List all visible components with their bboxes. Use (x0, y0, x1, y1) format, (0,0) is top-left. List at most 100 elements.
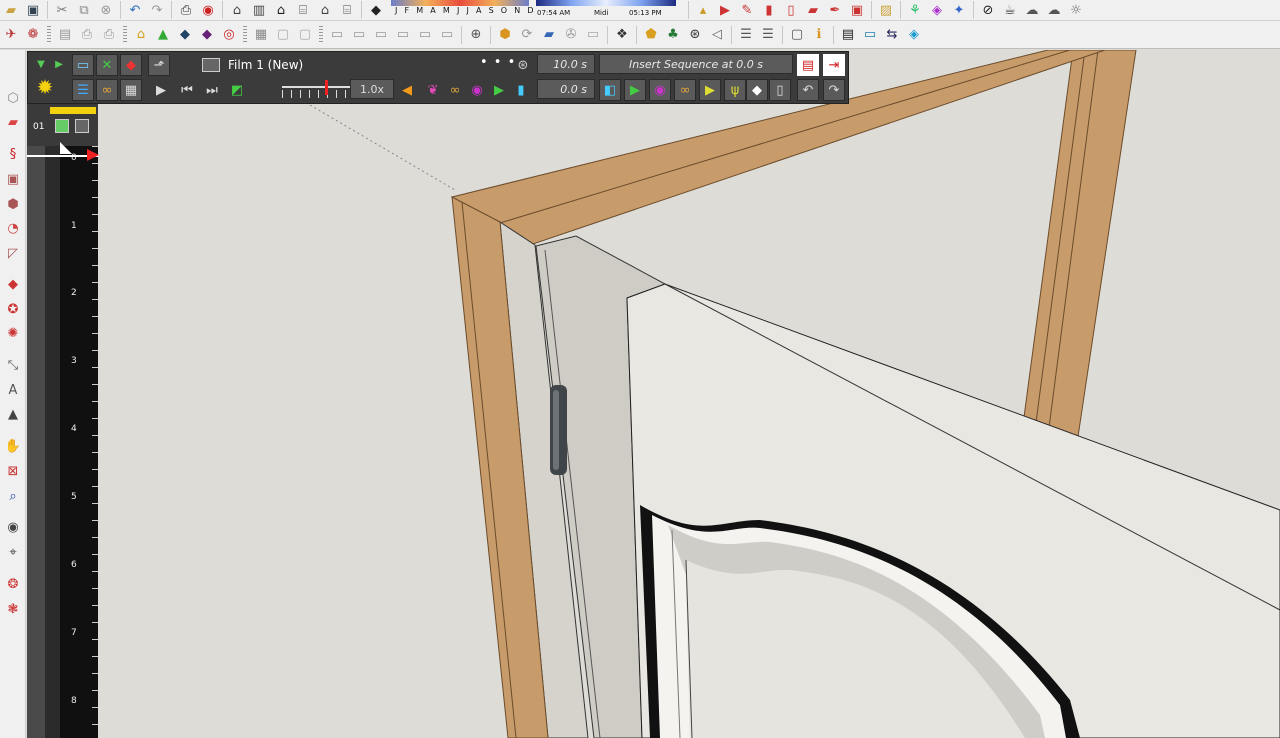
playhead-thumb[interactable] (325, 80, 329, 95)
photo-icon[interactable]: ▭ (582, 25, 604, 45)
track-minimize-icon[interactable] (75, 119, 89, 133)
warehouse-icon[interactable]: ▤ (54, 25, 76, 45)
reel-icon[interactable]: ⊛ (512, 54, 534, 76)
view-4-icon[interactable]: ▭ (392, 25, 414, 45)
hand-icon[interactable]: ✋ (2, 436, 24, 456)
erase-icon[interactable]: ⊗ (95, 0, 117, 20)
insert-sequence-field[interactable]: Insert Sequence at 0.0 s (599, 54, 793, 74)
sequence-move-icon[interactable]: ◧ (599, 79, 621, 101)
rectangle-icon[interactable]: ▣ (2, 169, 24, 189)
tree-icon[interactable]: ♣ (662, 25, 684, 45)
view-1-icon[interactable]: ▭ (326, 25, 348, 45)
share-icon[interactable]: ⎙ (76, 25, 98, 45)
sequence-path-icon[interactable]: ∞ (674, 79, 696, 101)
model-viewport[interactable] (26, 50, 1280, 738)
geo-icon[interactable]: ⬢ (494, 25, 516, 45)
extension-icon[interactable]: ▨ (875, 0, 897, 20)
duration-field[interactable]: 10.0 s (537, 54, 595, 74)
eraser-icon[interactable]: ⬡ (2, 88, 24, 108)
clapper-icon[interactable]: ▤ (837, 25, 859, 45)
current-time-field[interactable]: 0.0 s (537, 79, 595, 99)
teapot-icon[interactable]: ☕ (999, 0, 1021, 20)
undo-film-icon[interactable]: ↶ (797, 79, 819, 101)
arrows-icon[interactable]: ⇆ (881, 25, 903, 45)
layout-icon[interactable]: ⌂ (130, 25, 152, 45)
view-2-icon[interactable]: ▭ (348, 25, 370, 45)
chat-icon[interactable]: ▢ (786, 25, 808, 45)
monitor-icon[interactable]: ▭ (72, 54, 94, 76)
soften-icon[interactable]: ▣ (846, 0, 868, 20)
geo-location-icon[interactable]: ✒ (824, 0, 846, 20)
time-ruler[interactable]: 0 1 2 3 4 5 6 7 8 (60, 146, 98, 738)
monitor-icon[interactable]: ▭ (859, 25, 881, 45)
components-icon[interactable]: ▴ (692, 0, 714, 20)
position-camera-icon[interactable]: ⌖ (2, 542, 24, 562)
up-arrow-icon[interactable]: ⬏ (148, 54, 170, 76)
film-settings-gear-icon[interactable]: ✹ (34, 76, 56, 98)
sandbox-icon[interactable]: ◆ (174, 25, 196, 45)
path-icon[interactable]: ∞ (96, 79, 118, 101)
calculator-icon[interactable]: ▦ (120, 79, 142, 101)
wand-icon[interactable]: ✦ (948, 0, 970, 20)
paint-bucket-icon[interactable]: ◈ (903, 25, 925, 45)
back-arrow-icon[interactable]: ◀ (396, 79, 418, 101)
sequence-play-icon[interactable]: ▶ (699, 79, 721, 101)
section-icon[interactable]: ❁ (22, 25, 44, 45)
save-icon[interactable]: ▣ (22, 0, 44, 20)
eye-icon[interactable]: ◉ (466, 79, 488, 101)
record-frame-icon[interactable]: ◩ (226, 79, 248, 101)
axes-icon[interactable]: ▲ (2, 404, 24, 424)
sequence-marker-icon[interactable]: ψ (724, 79, 746, 101)
push-pull-icon[interactable]: ◆ (2, 274, 24, 294)
view-6-icon[interactable]: ▭ (436, 25, 458, 45)
print-layout-icon[interactable]: ◎ (218, 25, 240, 45)
truck-icon[interactable]: ▰ (538, 25, 560, 45)
export-icon[interactable]: ⬟ (640, 25, 662, 45)
shadow-settings[interactable]: J F M A M J J A S O N D 07:54 AM Midi 05… (391, 0, 681, 21)
speed-field[interactable]: 1.0x (350, 79, 394, 99)
more-options[interactable]: • • • (480, 55, 516, 70)
play-icon[interactable]: ▶ (150, 79, 172, 101)
document-icon[interactable]: ▢ (294, 25, 316, 45)
redo-film-icon[interactable]: ↷ (823, 79, 845, 101)
paw-icon[interactable]: ❦ (422, 79, 444, 101)
offset-icon[interactable]: ✺ (2, 323, 24, 343)
right-view-icon[interactable]: ⌸ (292, 0, 314, 20)
text-icon[interactable]: A (2, 380, 24, 400)
rubber-icon[interactable]: ▰ (2, 112, 24, 132)
solid-tools-icon[interactable]: ▲ (152, 25, 174, 45)
follow-me-icon[interactable]: ✪ (2, 299, 24, 319)
sun-icon[interactable]: ☼ (1065, 0, 1087, 20)
undo-icon[interactable]: ↶ (124, 0, 146, 20)
skip-back-icon[interactable]: ⏮ (176, 79, 198, 101)
globe-icon[interactable]: ⊕ (465, 25, 487, 45)
materials-icon[interactable]: ▰ (802, 0, 824, 20)
zoom-icon[interactable]: ⌕ (2, 486, 24, 506)
sequence-camera-icon[interactable]: ▶ (624, 79, 646, 101)
refresh-icon[interactable]: ⟳ (516, 25, 538, 45)
camera-cyan-icon[interactable]: ▮ (510, 79, 532, 101)
reel-icon[interactable]: ⊛ (684, 25, 706, 45)
iso-view-icon[interactable]: ⌂ (226, 0, 248, 20)
top-view-icon[interactable]: ▥ (248, 0, 270, 20)
left-view-icon[interactable]: ⌸ (336, 0, 358, 20)
save-film-icon[interactable]: ▤ (797, 54, 819, 76)
section-plane-icon[interactable]: ❃ (2, 599, 24, 619)
redo-icon[interactable]: ↷ (146, 0, 168, 20)
rainbow-icon[interactable]: ◈ (926, 0, 948, 20)
check-icon[interactable]: ⊘ (977, 0, 999, 20)
pie-icon[interactable]: ◸ (2, 243, 24, 263)
skip-forward-icon[interactable]: ⏭ (201, 79, 223, 101)
camera-icon[interactable]: ✈ (0, 25, 22, 45)
speaker-icon[interactable]: ◁ (706, 25, 728, 45)
back-view-icon[interactable]: ⌂ (314, 0, 336, 20)
sliders-icon[interactable]: ☰ (72, 79, 94, 101)
zoom-window-icon[interactable]: ⊠ (2, 461, 24, 481)
sequence-cube-icon[interactable]: ◆ (746, 79, 768, 101)
paste-icon[interactable]: ▯ (769, 79, 791, 101)
tools-icon[interactable]: ✕ (96, 54, 118, 76)
camera-green-icon[interactable]: ▶ (488, 79, 510, 101)
render-cube-icon[interactable]: ◆ (120, 54, 142, 76)
color-wheel-icon[interactable]: ⚘ (904, 0, 926, 20)
track-select-icon[interactable] (55, 119, 69, 133)
